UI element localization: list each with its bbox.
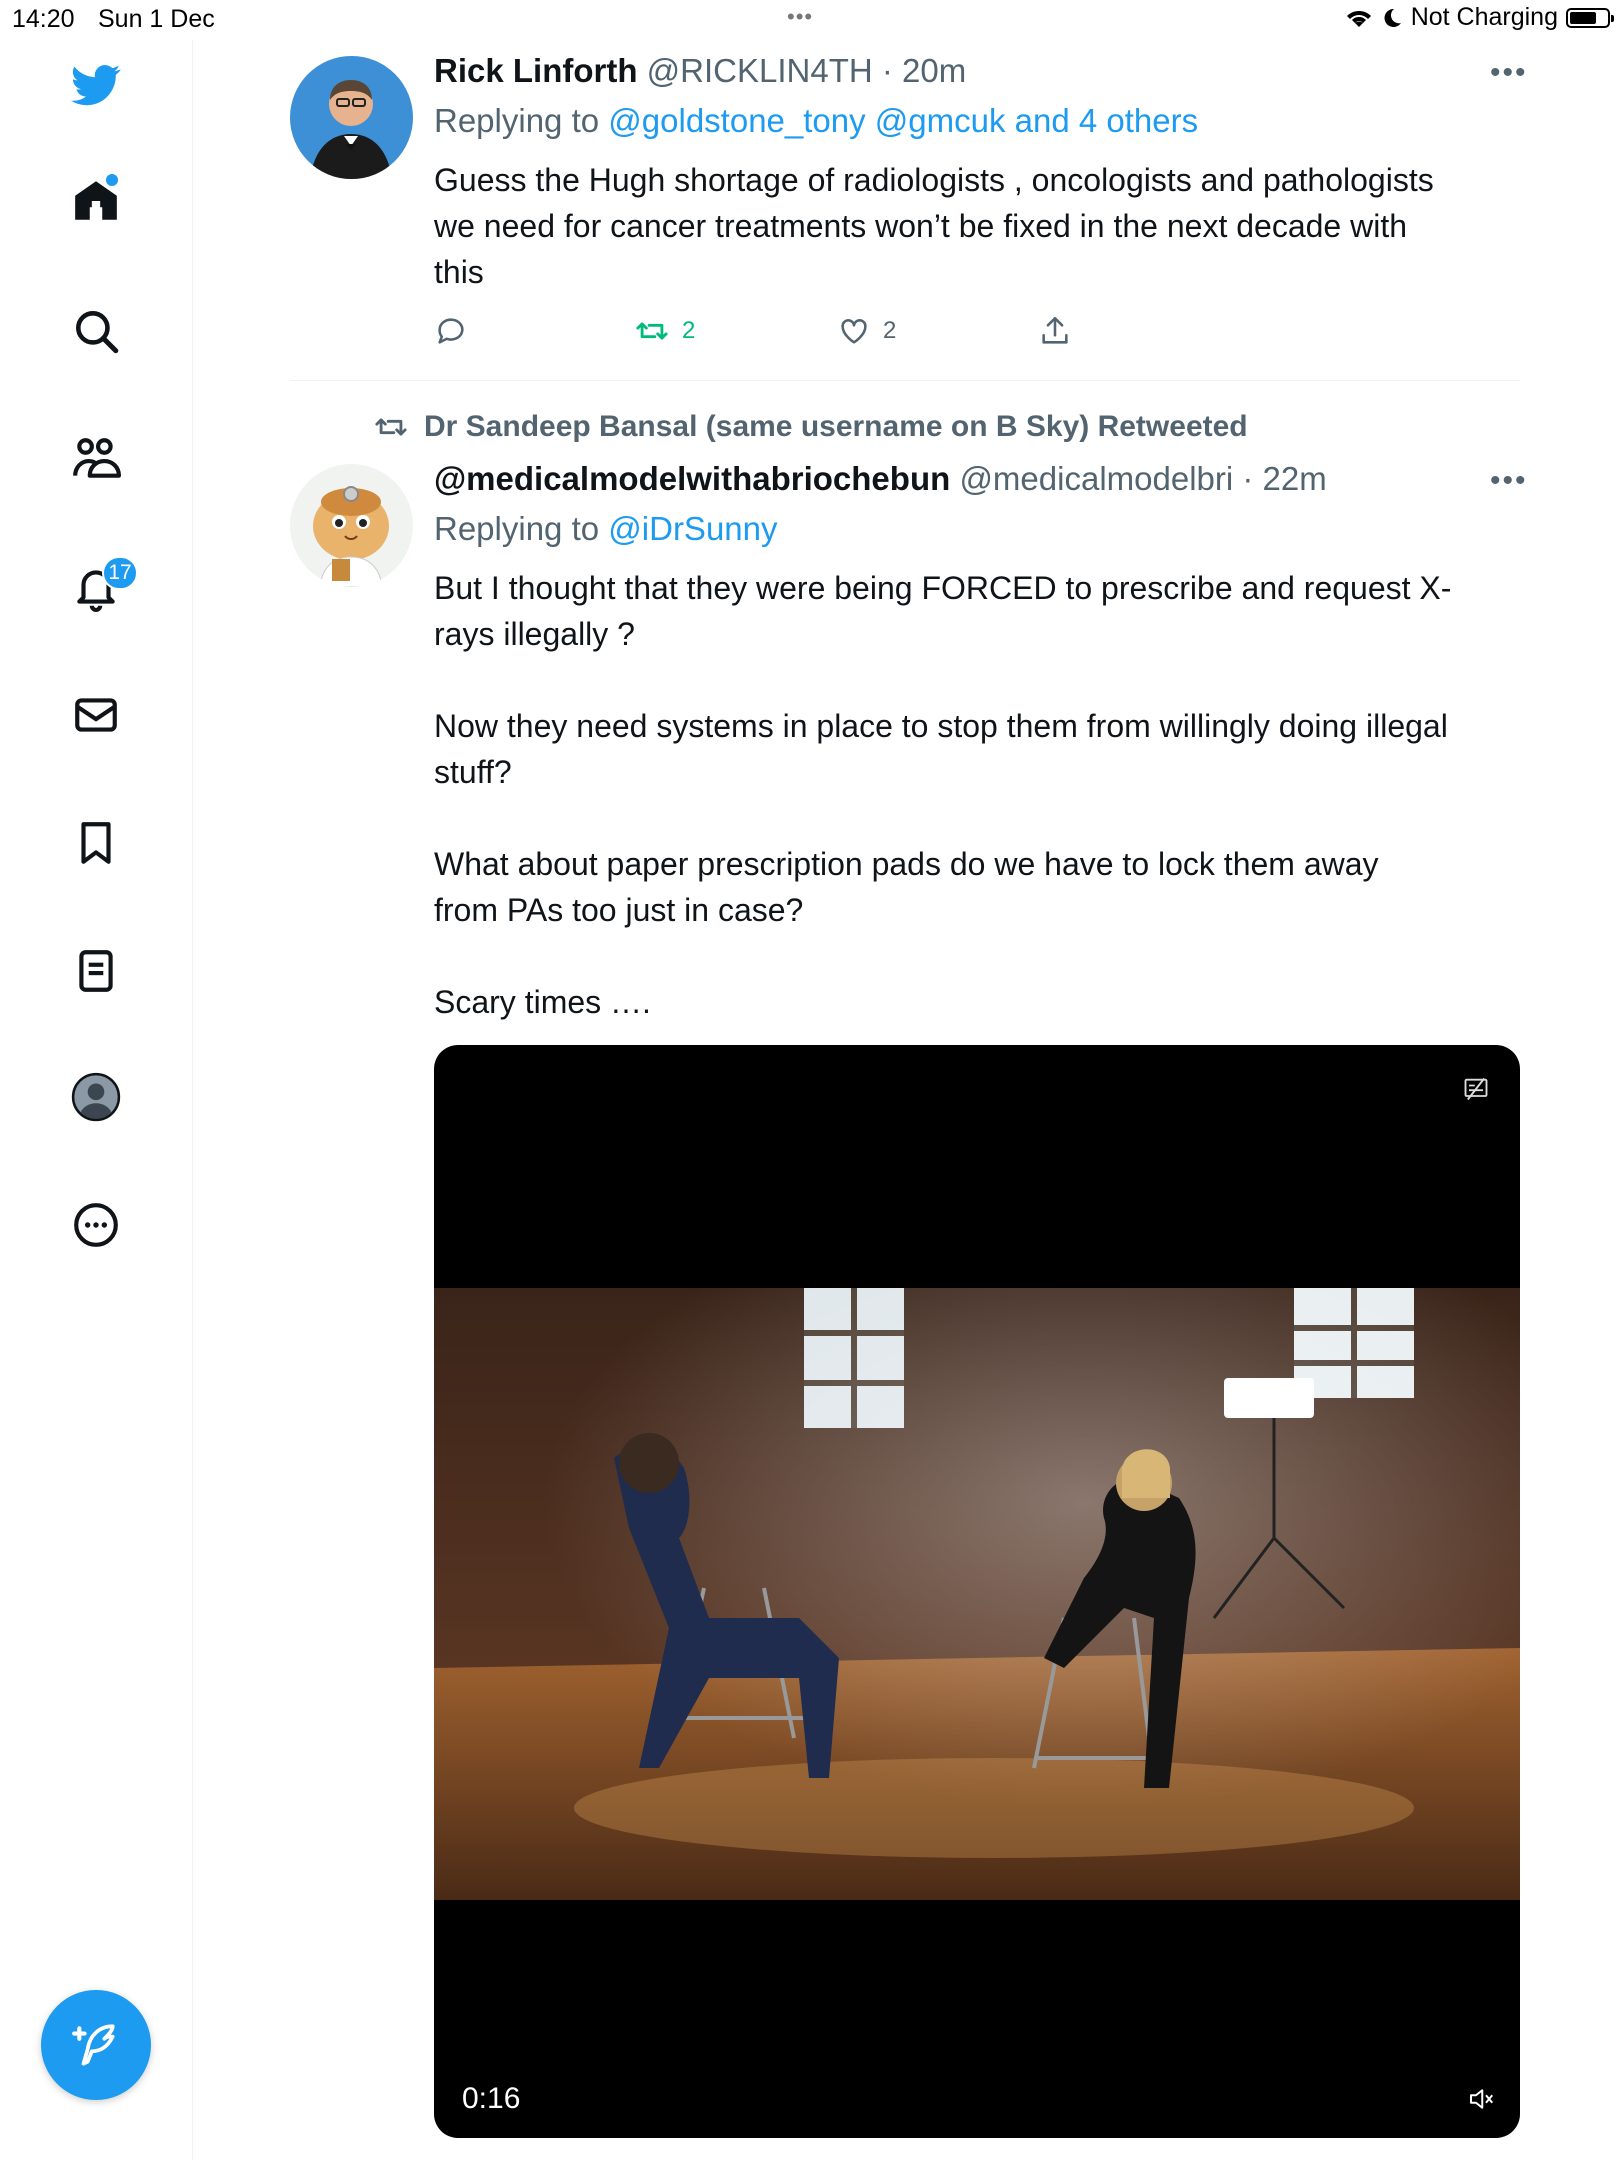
sidebar-item-more[interactable] xyxy=(0,1180,192,1270)
tweet1-actions: 2 2 xyxy=(434,314,1234,348)
tweet-divider xyxy=(290,380,1520,381)
tweet1-time[interactable]: 20m xyxy=(902,52,966,89)
retweet-icon xyxy=(375,418,407,436)
home-new-dot xyxy=(106,174,118,186)
tweet2-line: stuff? xyxy=(434,754,512,790)
tweet1-more-button[interactable]: ••• xyxy=(1490,56,1528,90)
tweet1-text: Guess the Hugh shortage of radiologists … xyxy=(434,157,1524,295)
tweet2-line: But I thought that they were being FORCE… xyxy=(434,570,1452,606)
tweet2-replying-to-link[interactable]: @iDrSunny xyxy=(608,510,777,547)
envelope-icon xyxy=(75,698,117,732)
retweet-button[interactable]: 2 xyxy=(634,314,695,348)
tweet1-handle[interactable]: @RICKLIN4TH xyxy=(647,52,873,89)
cartoon-doctor-avatar xyxy=(290,464,413,587)
like-count: 2 xyxy=(883,317,897,344)
retweet-count: 2 xyxy=(682,317,696,344)
compose-tweet-button[interactable] xyxy=(41,1990,151,2100)
tweet2-more-button[interactable]: ••• xyxy=(1490,464,1528,498)
sidebar: 17 xyxy=(0,40,193,2160)
feather-plus-icon xyxy=(72,2024,115,2066)
tweet1-replying-prefix: Replying to xyxy=(434,102,600,139)
tweet1-avatar[interactable] xyxy=(290,56,413,179)
bookmark-icon xyxy=(81,822,111,864)
bird-icon xyxy=(71,65,121,106)
tweet2-line: Scary times …. xyxy=(434,984,651,1020)
battery-icon xyxy=(1566,7,1614,28)
moon-icon xyxy=(1384,8,1401,27)
tweet2-header: @medicalmodelwithabriochebun @medicalmod… xyxy=(434,460,1327,497)
video-player[interactable]: 0:16 xyxy=(434,1045,1520,2138)
tweet2-time[interactable]: 22m xyxy=(1263,460,1327,497)
tweet1-header: Rick Linforth @RICKLIN4TH · 20m xyxy=(434,52,967,89)
video-settings-icon[interactable] xyxy=(1462,1075,1490,1103)
tweet1-line: this xyxy=(434,254,484,290)
twitter-logo[interactable] xyxy=(0,40,192,130)
sidebar-item-communities[interactable] xyxy=(0,414,192,504)
user-photo xyxy=(290,56,413,179)
charging-status: Not Charging xyxy=(1410,3,1558,31)
tweet2-line: rays illegally ? xyxy=(434,616,635,652)
status-time: 14:20 xyxy=(12,5,75,33)
search-icon xyxy=(76,311,119,354)
tweet1-author-name[interactable]: Rick Linforth xyxy=(434,52,638,89)
tweet2-replying: Replying to @iDrSunny xyxy=(434,510,778,548)
sidebar-item-profile[interactable] xyxy=(0,1052,192,1142)
retweeted-by-label: Dr Sandeep Bansal (same username on B Sk… xyxy=(424,410,1248,443)
sidebar-item-messages[interactable] xyxy=(0,670,192,760)
share-icon xyxy=(1042,316,1068,344)
tweet2-text: But I thought that they were being FORCE… xyxy=(434,565,1524,1025)
mute-icon[interactable] xyxy=(1466,2084,1496,2114)
reply-button[interactable] xyxy=(434,314,468,348)
tweet2-line: Now they need systems in place to stop t… xyxy=(434,708,1448,744)
status-bar: 14:20 Sun 1 Dec ••• Not Charging xyxy=(0,0,1620,40)
tweet2-line: from PAs too just in case? xyxy=(434,892,804,928)
sidebar-item-notifications[interactable]: 17 xyxy=(0,542,192,632)
list-icon xyxy=(79,950,113,992)
avatar-icon xyxy=(71,1072,121,1122)
tweet1-line: we need for cancer treatments won’t be f… xyxy=(434,208,1407,244)
reply-icon xyxy=(438,318,464,344)
video-duration: 0:16 xyxy=(462,2082,521,2115)
tweet2-line: What about paper prescription pads do we… xyxy=(434,846,1379,882)
notifications-badge: 17 xyxy=(102,556,138,590)
status-right: Not Charging xyxy=(1345,3,1614,32)
wifi-icon xyxy=(1346,10,1371,27)
retweeted-by[interactable]: Dr Sandeep Bansal (same username on B Sk… xyxy=(372,410,1248,444)
sidebar-item-home[interactable] xyxy=(0,156,192,246)
tweet1-replying-to-link[interactable]: @goldstone_tony @gmcuk and 4 others xyxy=(608,102,1198,139)
tweet2-replying-prefix: Replying to xyxy=(434,510,600,547)
tweet2-avatar[interactable] xyxy=(290,464,413,587)
people-icon xyxy=(73,438,121,478)
tweet1-line: Guess the Hugh shortage of radiologists … xyxy=(434,162,1434,198)
retweet-icon xyxy=(636,322,668,340)
tweet2-author-name[interactable]: @medicalmodelwithabriochebun xyxy=(434,460,950,497)
share-button[interactable] xyxy=(1038,314,1072,348)
tweet1-replying: Replying to @goldstone_tony @gmcuk and 4… xyxy=(434,102,1198,140)
more-circle-icon xyxy=(74,1203,118,1247)
tweet2-handle[interactable]: @medicalmodelbri xyxy=(959,460,1233,497)
sidebar-item-bookmarks[interactable] xyxy=(0,798,192,888)
interview-scene xyxy=(434,1288,1520,1900)
heart-icon xyxy=(841,319,867,344)
sidebar-item-lists[interactable] xyxy=(0,926,192,1016)
multitasking-dots[interactable]: ••• xyxy=(787,4,813,30)
sidebar-item-explore[interactable] xyxy=(0,286,192,376)
video-frame xyxy=(434,1288,1520,1900)
status-date: Sun 1 Dec xyxy=(98,5,215,33)
like-button[interactable]: 2 xyxy=(837,314,896,348)
